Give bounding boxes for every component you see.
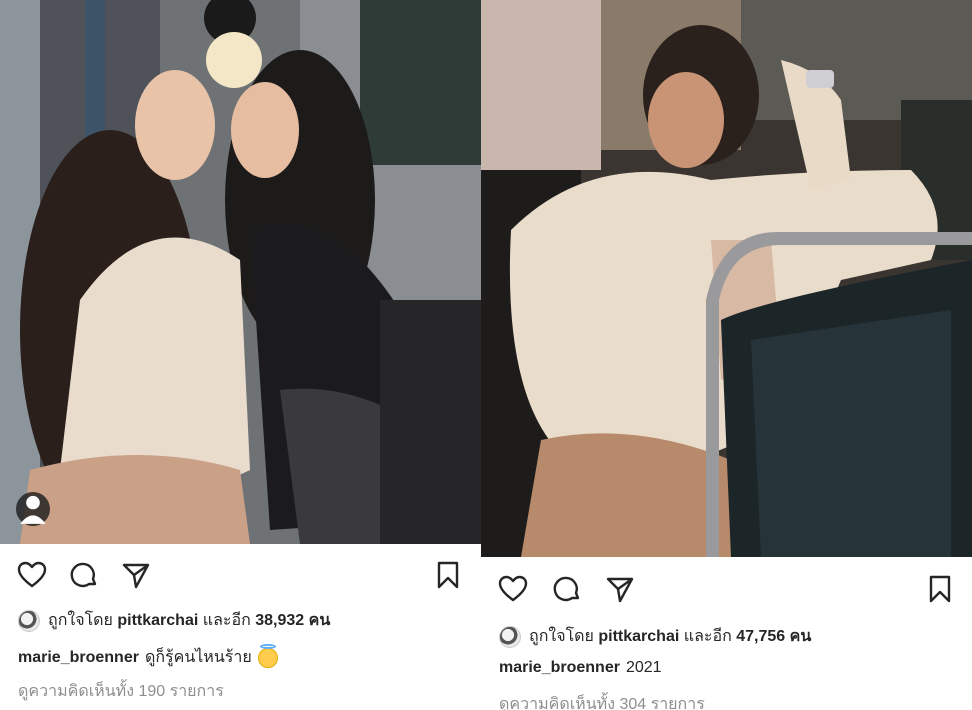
caption-text: ดูก็รู้คนไหนร้าย	[144, 649, 252, 666]
halo-smile-emoji-icon	[257, 643, 278, 668]
likes-count[interactable]: 38,932	[255, 612, 304, 630]
post-card-left: ถูกใจโดย pittkarchai และอีก 38,932 คน ma…	[0, 0, 481, 710]
bookmark-icon[interactable]	[924, 573, 956, 605]
comment-icon[interactable]	[551, 573, 583, 605]
comment-icon[interactable]	[68, 559, 100, 591]
liker-username-link[interactable]: pittkarchai	[598, 628, 679, 646]
share-icon[interactable]	[120, 559, 152, 591]
caption: marie_broenner ดูก็รู้คนไหนร้าย	[18, 643, 278, 670]
share-icon[interactable]	[604, 573, 636, 605]
post-card-right: ถูกใจโดย pittkarchai และอีก 47,756 คน ma…	[481, 0, 972, 710]
view-comments-link[interactable]: ดูความคิดเห็นทั้ง 304 รายการ	[499, 692, 705, 710]
liker-avatar[interactable]	[499, 625, 521, 648]
action-bar	[0, 555, 481, 595]
likes-suffix: คน	[308, 612, 331, 629]
likes-middle: และอีก	[683, 628, 732, 645]
view-comments-link[interactable]: ดูความคิดเห็นทั้ง 190 รายการ	[18, 679, 224, 704]
liker-username-link[interactable]: pittkarchai	[117, 612, 198, 630]
likes-count[interactable]: 47,756	[736, 628, 785, 646]
liker-avatar[interactable]	[18, 609, 40, 632]
action-bar	[481, 569, 972, 609]
likes-suffix: คน	[789, 628, 812, 645]
post-photo[interactable]	[0, 0, 481, 544]
post-photo[interactable]	[481, 0, 972, 557]
likes-middle: และอีก	[202, 612, 251, 629]
caption-text: 2021	[625, 659, 662, 676]
caption: marie_broenner 2021	[499, 659, 662, 677]
likes-summary: ถูกใจโดย pittkarchai และอีก 47,756 คน	[499, 624, 811, 649]
likes-prefix: ถูกใจโดย	[529, 628, 594, 645]
caption-username-link[interactable]: marie_broenner	[499, 659, 620, 677]
bookmark-icon[interactable]	[432, 559, 464, 591]
heart-icon[interactable]	[497, 573, 529, 605]
photo-woman-in-fur-coat-image	[481, 0, 972, 557]
tagged-user-icon[interactable]	[16, 492, 50, 526]
likes-summary: ถูกใจโดย pittkarchai และอีก 38,932 คน	[18, 608, 330, 633]
caption-username-link[interactable]: marie_broenner	[18, 649, 139, 667]
photo-two-women-image	[0, 0, 481, 544]
heart-icon[interactable]	[16, 559, 48, 591]
likes-prefix: ถูกใจโดย	[48, 612, 113, 629]
